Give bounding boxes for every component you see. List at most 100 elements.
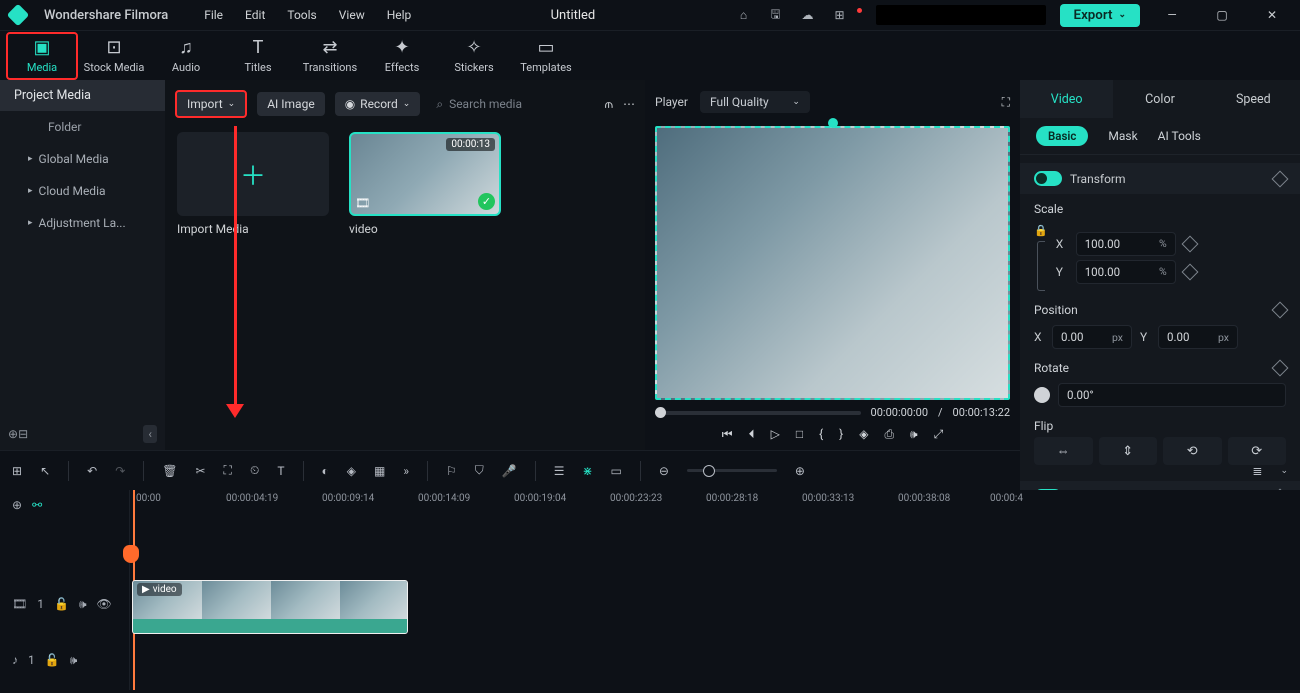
render-icon[interactable]: ▭ [611, 464, 622, 478]
flip-v-button[interactable]: ⇕ [1099, 437, 1158, 465]
subtab-mask[interactable]: Mask [1108, 129, 1137, 143]
global-media-item[interactable]: ▸Global Media [0, 143, 165, 175]
export-button[interactable]: Export⌄ [1060, 4, 1140, 27]
flip-rot2-button[interactable]: ⟳ [1228, 437, 1287, 465]
tab-effects[interactable]: ✦Effects [366, 32, 438, 80]
save-icon[interactable]: 🖫 [767, 6, 785, 24]
folder-item[interactable]: Folder [0, 111, 165, 143]
snap-icon[interactable]: ⋇ [582, 464, 592, 478]
more-icon[interactable]: ⋯ [623, 97, 635, 111]
video-media-tile[interactable]: 00:00:13 🎞 ✓ video [349, 132, 501, 236]
video-track-header[interactable]: 🎞1🔓🕪👁 [0, 576, 129, 632]
camera-icon[interactable]: ⎙ [884, 427, 894, 442]
keyframe-icon[interactable] [1181, 263, 1198, 280]
mute-icon[interactable]: 🕪 [70, 653, 78, 668]
tab-media[interactable]: ▣Media [6, 32, 78, 80]
group-icon[interactable]: ▦ [374, 464, 385, 478]
cloud-icon[interactable]: ☁ [799, 6, 817, 24]
mixer-icon[interactable]: ☰ [554, 464, 565, 478]
menu-tools[interactable]: Tools [287, 8, 316, 22]
delete-icon[interactable]: 🗑 [162, 464, 177, 478]
menu-view[interactable]: View [339, 8, 365, 22]
import-button[interactable]: Import⌄ [175, 90, 247, 118]
eye-icon[interactable]: 👁 [97, 597, 112, 611]
zoom-in-icon[interactable]: ⊕ [795, 464, 805, 478]
filter-icon[interactable]: ⫙ [605, 97, 613, 112]
menu-edit[interactable]: Edit [245, 8, 265, 22]
tool-cursor-icon[interactable]: ↖ [40, 464, 50, 478]
color-icon[interactable]: ◐ [322, 464, 329, 478]
shield-icon[interactable]: ⛉ [475, 463, 484, 478]
preview-viewport[interactable] [655, 126, 1010, 400]
flip-rot1-button[interactable]: ⟲ [1163, 437, 1222, 465]
new-folder-icon[interactable]: ⊕ [8, 427, 18, 441]
ptab-color[interactable]: Color [1113, 80, 1206, 118]
pos-y-input[interactable]: 0.00px [1158, 325, 1238, 349]
collapse-panel-icon[interactable]: ‹ [143, 425, 157, 443]
lock-icon[interactable]: 🔓 [54, 597, 69, 611]
fullscreen-icon[interactable]: ⤢ [934, 427, 944, 442]
transform-toggle[interactable] [1034, 171, 1062, 186]
playhead-handle[interactable] [123, 545, 139, 563]
undo-icon[interactable]: ↶ [87, 464, 97, 478]
timeline-tracks[interactable]: 00:00 00:00:04:19 00:00:09:14 00:00:14:0… [130, 490, 1300, 690]
mute-icon[interactable]: 🕪 [79, 597, 87, 612]
menu-help[interactable]: Help [387, 8, 412, 22]
prev-clip-icon[interactable]: ⏮ [722, 427, 733, 442]
import-media-tile[interactable]: ＋ Import Media [177, 132, 329, 236]
redo-icon[interactable]: ↷ [115, 464, 125, 478]
stop-icon[interactable]: □ [796, 427, 803, 442]
audio-track-header[interactable]: ♪1🔓🕪 [0, 632, 129, 688]
keyframe-icon[interactable] [1181, 235, 1198, 252]
speed-icon[interactable]: ⏲ [250, 463, 259, 478]
lock-icon[interactable]: 🔒 [1034, 224, 1048, 237]
ptab-video[interactable]: Video [1020, 80, 1113, 118]
quality-select[interactable]: Full Quality⌄ [700, 91, 810, 113]
subtab-aitools[interactable]: AI Tools [1158, 129, 1201, 143]
crop-icon[interactable]: ⛶ [224, 463, 232, 478]
project-media-header[interactable]: Project Media [0, 80, 165, 111]
mic-icon[interactable]: 🎤 [502, 464, 517, 478]
marker-tool-icon[interactable]: ⚐ [446, 464, 457, 478]
subtab-basic[interactable]: Basic [1036, 126, 1088, 146]
mark-in-icon[interactable]: { [819, 427, 823, 442]
keyframe-icon[interactable] [1272, 302, 1289, 319]
search-input[interactable]: ⌕Search media [430, 97, 594, 112]
tracks-icon[interactable]: ≣ [1252, 464, 1262, 478]
tab-transitions[interactable]: ⇄Transitions [294, 32, 366, 80]
ai-image-button[interactable]: AI Image [257, 92, 324, 116]
tab-titles[interactable]: TTitles [222, 32, 294, 80]
ptab-speed[interactable]: Speed [1207, 80, 1300, 118]
account-area[interactable] [876, 5, 1046, 25]
new-bin-icon[interactable]: ⊟ [18, 427, 28, 441]
close-button[interactable]: ✕ [1254, 1, 1290, 29]
flip-h-button[interactable]: ⇔ [1034, 437, 1093, 465]
zoom-out-icon[interactable]: ⊖ [659, 464, 669, 478]
adjustment-layer-item[interactable]: ▸Adjustment La... [0, 207, 165, 239]
menu-file[interactable]: File [204, 8, 223, 22]
tab-stickers[interactable]: ✧Stickers [438, 32, 510, 80]
device-icon[interactable]: ⌂ [735, 6, 753, 24]
pos-x-input[interactable]: 0.00px [1052, 325, 1132, 349]
cut-icon[interactable]: ✂ [195, 464, 205, 478]
more-tools-icon[interactable]: » [403, 464, 409, 478]
timeline-ruler[interactable]: 00:00 00:00:04:19 00:00:09:14 00:00:14:0… [130, 490, 1300, 520]
keyframe-icon[interactable] [1272, 360, 1289, 377]
marker-icon[interactable]: ◈ [859, 427, 868, 442]
mark-out-icon[interactable]: } [839, 427, 843, 442]
tool-grid-icon[interactable]: ⊞ [12, 464, 22, 478]
scale-y-input[interactable]: 100.00% [1076, 260, 1176, 284]
maximize-button[interactable]: ▢ [1204, 1, 1240, 29]
scale-x-input[interactable]: 100.00% [1076, 232, 1176, 256]
timeline-clip[interactable]: ▶video [132, 580, 408, 634]
zoom-slider[interactable] [687, 469, 777, 472]
apps-icon[interactable]: ⊞ [831, 6, 849, 24]
track-add-icon[interactable]: ⊕ [12, 498, 22, 512]
play-icon[interactable]: ▷ [771, 427, 780, 442]
text-icon[interactable]: T [277, 464, 284, 478]
snapshot-icon[interactable]: ⛶ [1002, 95, 1010, 110]
tab-templates[interactable]: ▭Templates [510, 32, 582, 80]
keyframe-icon[interactable] [1272, 170, 1289, 187]
link-icon[interactable]: ⚯ [32, 498, 42, 512]
minimize-button[interactable]: — [1154, 1, 1190, 29]
